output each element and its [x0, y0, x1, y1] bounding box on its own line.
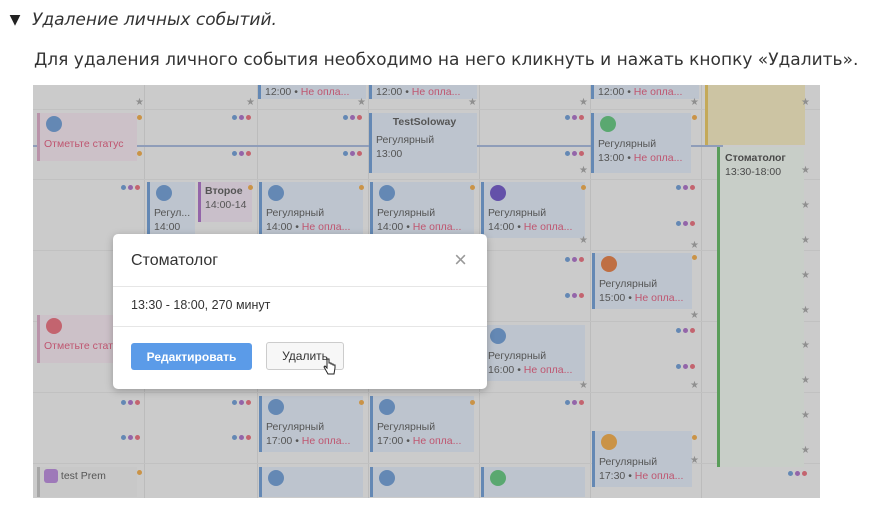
collapse-triangle-icon[interactable]: ▼	[8, 12, 22, 28]
calendar-screenshot: 12:00 • Не опла... 12:00 • Не опла... 12…	[33, 85, 820, 498]
description-text: Для удаления личного события необходимо …	[34, 50, 859, 70]
close-icon[interactable]: ×	[454, 248, 467, 272]
event-modal: Стоматолог × 13:30 - 18:00, 270 минут Ре…	[113, 234, 487, 389]
modal-divider	[113, 326, 487, 327]
edit-button[interactable]: Редактировать	[131, 343, 252, 370]
modal-event-time: 13:30 - 18:00, 270 минут	[131, 298, 271, 312]
modal-divider	[113, 286, 487, 287]
hand-cursor-icon	[323, 358, 337, 381]
section-title: Удаление личных событий.	[32, 10, 277, 30]
section-header[interactable]: ▼ Удаление личных событий.	[8, 10, 277, 30]
modal-title: Стоматолог	[131, 252, 219, 269]
